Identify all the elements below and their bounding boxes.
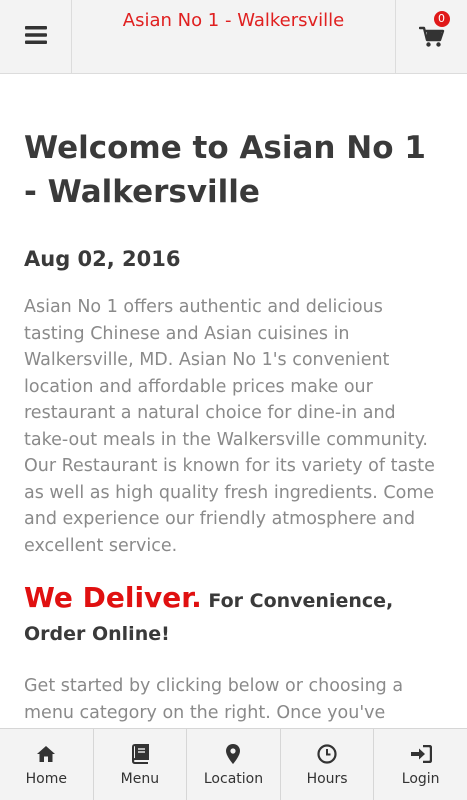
- cart-count-badge: 0: [433, 10, 450, 27]
- main-content: Welcome to Asian No 1 - Walkersville Aug…: [0, 74, 467, 728]
- app-header: Asian No 1 - Walkersville 0: [0, 0, 467, 74]
- get-started-paragraph: Get started by clicking below or choosin…: [24, 676, 404, 723]
- page-title: Welcome to Asian No 1 - Walkersville: [24, 130, 426, 210]
- post-date: Aug 02, 2016: [24, 247, 181, 271]
- nav-label-home: Home: [25, 771, 67, 787]
- bottom-nav: Home Menu Location Hours Login: [0, 728, 467, 800]
- sign-in-icon: [410, 743, 432, 765]
- nav-item-login[interactable]: Login: [374, 729, 467, 800]
- delivery-callout: We Deliver. For Convenience, Order Onlin…: [24, 581, 443, 651]
- shopping-cart-icon: [418, 26, 445, 52]
- intro-paragraph: Asian No 1 offers authentic and deliciou…: [24, 297, 435, 556]
- nav-label-login: Login: [401, 771, 440, 787]
- nav-label-location: Location: [203, 771, 264, 787]
- home-icon: [35, 743, 57, 765]
- nav-label-hours: Hours: [306, 771, 348, 787]
- hamburger-menu-icon: [24, 25, 47, 48]
- nav-item-hours[interactable]: Hours: [281, 729, 375, 800]
- cart-button[interactable]: 0: [395, 0, 467, 73]
- map-marker-icon: [222, 743, 244, 765]
- book-icon: [129, 743, 151, 765]
- nav-item-location[interactable]: Location: [187, 729, 281, 800]
- clock-icon: [316, 743, 338, 765]
- nav-item-home[interactable]: Home: [0, 729, 94, 800]
- nav-item-menu[interactable]: Menu: [94, 729, 188, 800]
- nav-label-menu: Menu: [120, 771, 160, 787]
- header-title[interactable]: Asian No 1 - Walkersville: [72, 0, 395, 73]
- we-deliver-text: We Deliver.: [24, 581, 202, 614]
- menu-button[interactable]: [0, 0, 72, 73]
